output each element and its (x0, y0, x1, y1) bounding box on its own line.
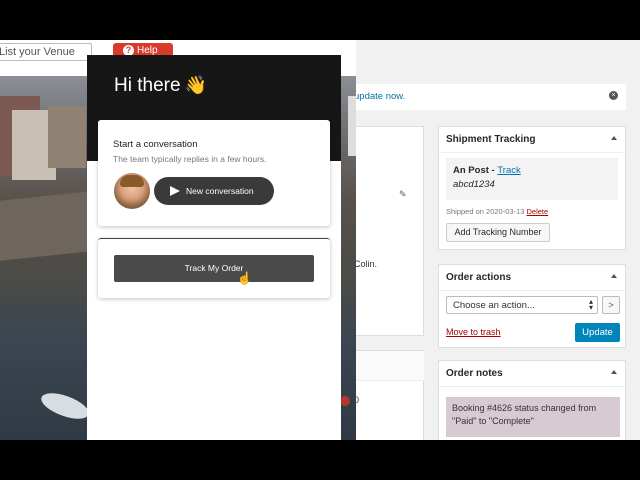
panel-title[interactable]: Order notes (439, 361, 625, 387)
shipment-tracking-title: Shipment Tracking (446, 134, 536, 145)
send-icon (170, 186, 180, 196)
new-conversation-button[interactable]: New conversation (154, 177, 274, 205)
collapse-caret-icon[interactable] (611, 136, 617, 140)
dismiss-icon[interactable]: × (609, 91, 618, 100)
shipment-tracking-panel: Shipment Tracking An Post - Track abcd12… (438, 126, 626, 250)
collapse-caret-icon[interactable] (611, 370, 617, 374)
order-note: Booking #4626 status changed from "Paid"… (446, 397, 620, 437)
move-to-trash-link[interactable]: Move to trash (446, 327, 501, 337)
avatar-hair (120, 175, 144, 187)
buoy (340, 396, 350, 406)
list-venue-input[interactable]: List your Venue (0, 43, 92, 61)
delete-tracking-link[interactable]: Delete (527, 207, 549, 216)
hand-cursor-icon: ☝ (237, 271, 252, 285)
track-order-card: Track My Order (98, 238, 330, 298)
order-items-box: 0 (356, 350, 424, 440)
shipped-date: Shipped on 2020-03-13 (446, 207, 525, 216)
order-action-value: Choose an action... (453, 300, 535, 311)
waving-hand-icon: 👋 (184, 75, 207, 95)
chat-widget: Hi there 👋 Start a conversation The team … (87, 55, 341, 440)
track-link[interactable]: Track (497, 165, 520, 176)
greeting-text: Hi there (114, 75, 181, 96)
ship-hull (0, 191, 90, 261)
item-value: 0 (356, 395, 360, 405)
add-tracking-number-button[interactable]: Add Tracking Number (446, 223, 550, 242)
chat-greeting: Hi there 👋 (114, 75, 207, 97)
shipped-date-line: Shipped on 2020-03-13 Delete (446, 207, 548, 216)
new-conversation-label: New conversation (186, 186, 254, 196)
screen: List your Venue ? Help update now. × ✎ Co… (0, 0, 640, 480)
customer-note-text: Colin. (356, 259, 378, 269)
card-title: Start a conversation (113, 139, 198, 150)
tracking-number: abcd1234 (453, 179, 495, 190)
tracking-entry: An Post - Track abcd1234 (446, 158, 618, 200)
avatar (114, 173, 150, 209)
pencil-icon[interactable]: ✎ (399, 189, 407, 200)
order-notes-panel: Order notes Booking #4626 status changed… (438, 360, 626, 440)
order-action-select[interactable]: Choose an action... ▴ ▾ (446, 296, 598, 314)
start-conversation-card: Start a conversation The team typically … (98, 120, 330, 226)
admin-panel: update now. × ✎ Colin. 0 Shipment Tracki… (356, 40, 640, 440)
update-notice: update now. × (356, 84, 626, 110)
order-details-box: ✎ Colin. (356, 126, 424, 336)
order-actions-panel: Order actions Choose an action... ▴ ▾ > M… (438, 264, 626, 348)
panel-title[interactable]: Order actions (439, 265, 625, 291)
order-actions-title: Order actions (446, 272, 512, 283)
panel-title[interactable]: Shipment Tracking (439, 127, 625, 153)
apply-action-button[interactable]: > (602, 296, 620, 314)
collapse-caret-icon[interactable] (611, 274, 617, 278)
building-shape (48, 106, 86, 168)
tracking-provider: An Post (453, 165, 489, 176)
select-arrows-icon: ▴ ▾ (588, 297, 593, 312)
update-button[interactable]: Update (575, 323, 620, 342)
building-shape (348, 96, 356, 156)
small-boat (38, 388, 92, 424)
update-now-link[interactable]: update now. (356, 91, 405, 102)
reply-time-text: The team typically replies in a few hour… (113, 154, 267, 164)
order-notes-title: Order notes (446, 368, 503, 379)
items-header-strip (356, 351, 424, 381)
track-my-order-button[interactable]: Track My Order (114, 255, 314, 282)
tracking-provider-line: An Post - Track (453, 165, 521, 176)
